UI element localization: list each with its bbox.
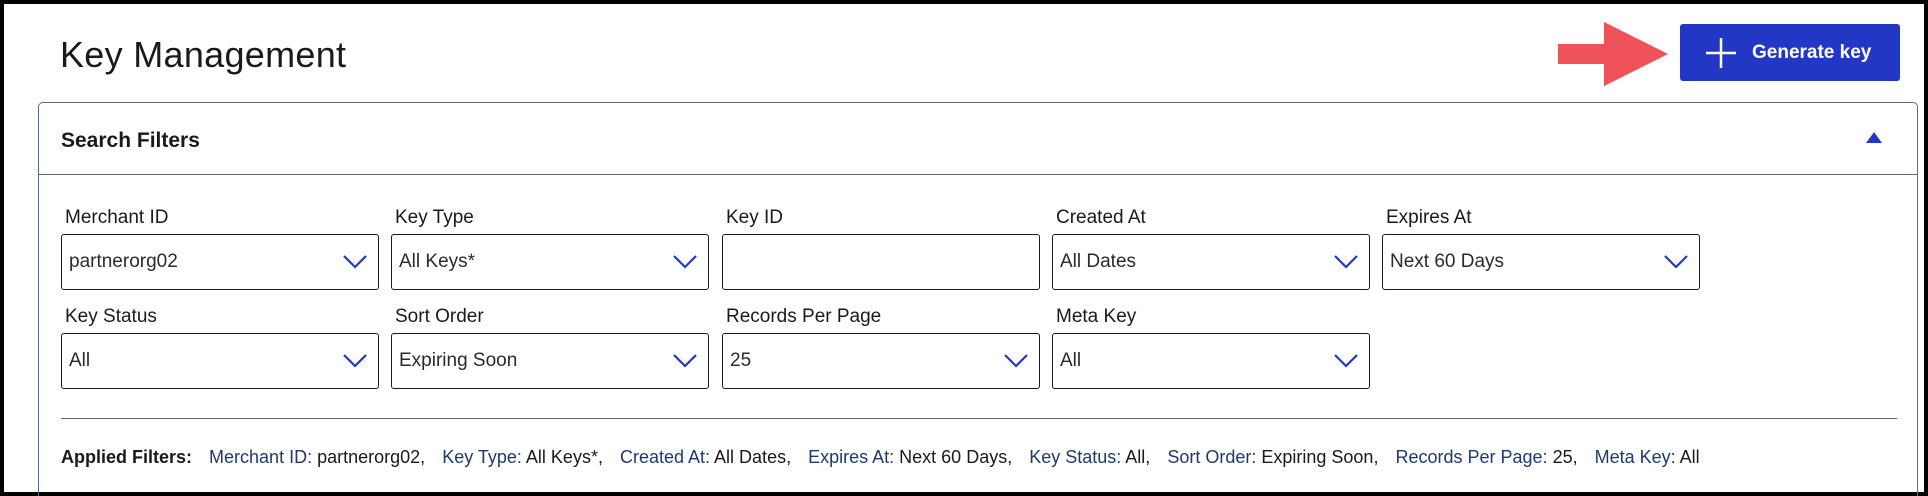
applied-filter-key: Key Status:	[1029, 447, 1122, 467]
applied-filter-value: All,	[1125, 447, 1151, 467]
key-type-value: All Keys*	[399, 251, 476, 272]
applied-filter-value: All	[1679, 447, 1700, 467]
applied-filter-key: Created At:	[619, 447, 711, 467]
key-id-label: Key ID	[726, 207, 784, 228]
filters-divider	[61, 418, 1897, 419]
applied-filter-value: Next 60 Days,	[899, 447, 1013, 467]
applied-filter-value: All Keys*,	[525, 447, 603, 467]
key-status-label: Key Status	[65, 306, 157, 327]
plus-icon	[1706, 37, 1736, 68]
page-title: Key Management	[60, 34, 347, 75]
key-status-value: All	[69, 350, 91, 371]
merchant-id-select[interactable]: partnerorg02	[61, 234, 379, 290]
search-filters-title: Search Filters	[61, 129, 200, 152]
search-filters-panel: Search Filters	[38, 102, 1918, 496]
applied-filter-key: Meta Key:	[1594, 447, 1676, 467]
applied-filter-key: Key Type:	[442, 447, 522, 467]
chevron-down-icon	[1334, 255, 1358, 269]
applied-filter-key: Sort Order:	[1167, 447, 1257, 467]
collapse-caret-up-icon[interactable]	[1865, 131, 1883, 145]
meta-key-value: All	[1060, 350, 1082, 371]
expires-at-label: Expires At	[1386, 207, 1472, 228]
chevron-down-icon	[1004, 354, 1028, 368]
chevron-down-icon	[673, 354, 697, 368]
meta-key-select[interactable]: All	[1052, 333, 1370, 389]
chevron-down-icon	[673, 255, 697, 269]
records-per-page-label: Records Per Page	[726, 306, 882, 327]
applied-filters-heading: Applied Filters:	[61, 447, 193, 467]
created-at-value: All Dates	[1060, 251, 1137, 272]
key-type-label: Key Type	[395, 207, 474, 228]
expires-at-value: Next 60 Days	[1390, 251, 1505, 272]
sort-order-value: Expiring Soon	[399, 350, 518, 371]
key-id-input-wrapper[interactable]	[722, 234, 1040, 290]
search-filters-header[interactable]: Search Filters	[39, 103, 1917, 175]
key-type-select[interactable]: All Keys*	[391, 234, 709, 290]
key-status-select[interactable]: All	[61, 333, 379, 389]
created-at-select[interactable]: All Dates	[1052, 234, 1370, 290]
meta-key-label: Meta Key	[1056, 306, 1137, 327]
applied-filter-value: partnerorg02,	[317, 447, 426, 467]
chevron-down-icon	[1334, 354, 1358, 368]
records-per-page-select[interactable]: 25	[722, 333, 1040, 389]
applied-filter-key: Records Per Page:	[1395, 447, 1548, 467]
applied-filters-summary: Applied Filters: Merchant ID: partnerorg…	[61, 447, 1700, 468]
chevron-down-icon	[343, 255, 367, 269]
applied-filter-key: Merchant ID:	[209, 447, 313, 467]
pointer-arrow-icon	[1558, 22, 1668, 86]
applied-filter-value: 25,	[1552, 447, 1578, 467]
sort-order-select[interactable]: Expiring Soon	[391, 333, 709, 389]
applied-filter-value: Expiring Soon,	[1261, 447, 1379, 467]
records-per-page-value: 25	[730, 350, 752, 371]
applied-filter-key: Expires At:	[808, 447, 895, 467]
chevron-down-icon	[343, 354, 367, 368]
generate-key-button[interactable]: Generate key	[1680, 24, 1900, 81]
generate-key-label: Generate key	[1752, 41, 1872, 63]
merchant-id-label: Merchant ID	[65, 207, 169, 228]
expires-at-select[interactable]: Next 60 Days	[1382, 234, 1700, 290]
created-at-label: Created At	[1056, 207, 1146, 228]
key-id-input[interactable]	[723, 235, 1039, 289]
chevron-down-icon	[1664, 255, 1688, 269]
merchant-id-value: partnerorg02	[69, 251, 178, 272]
applied-filter-value: All Dates,	[714, 447, 792, 467]
sort-order-label: Sort Order	[395, 306, 484, 327]
